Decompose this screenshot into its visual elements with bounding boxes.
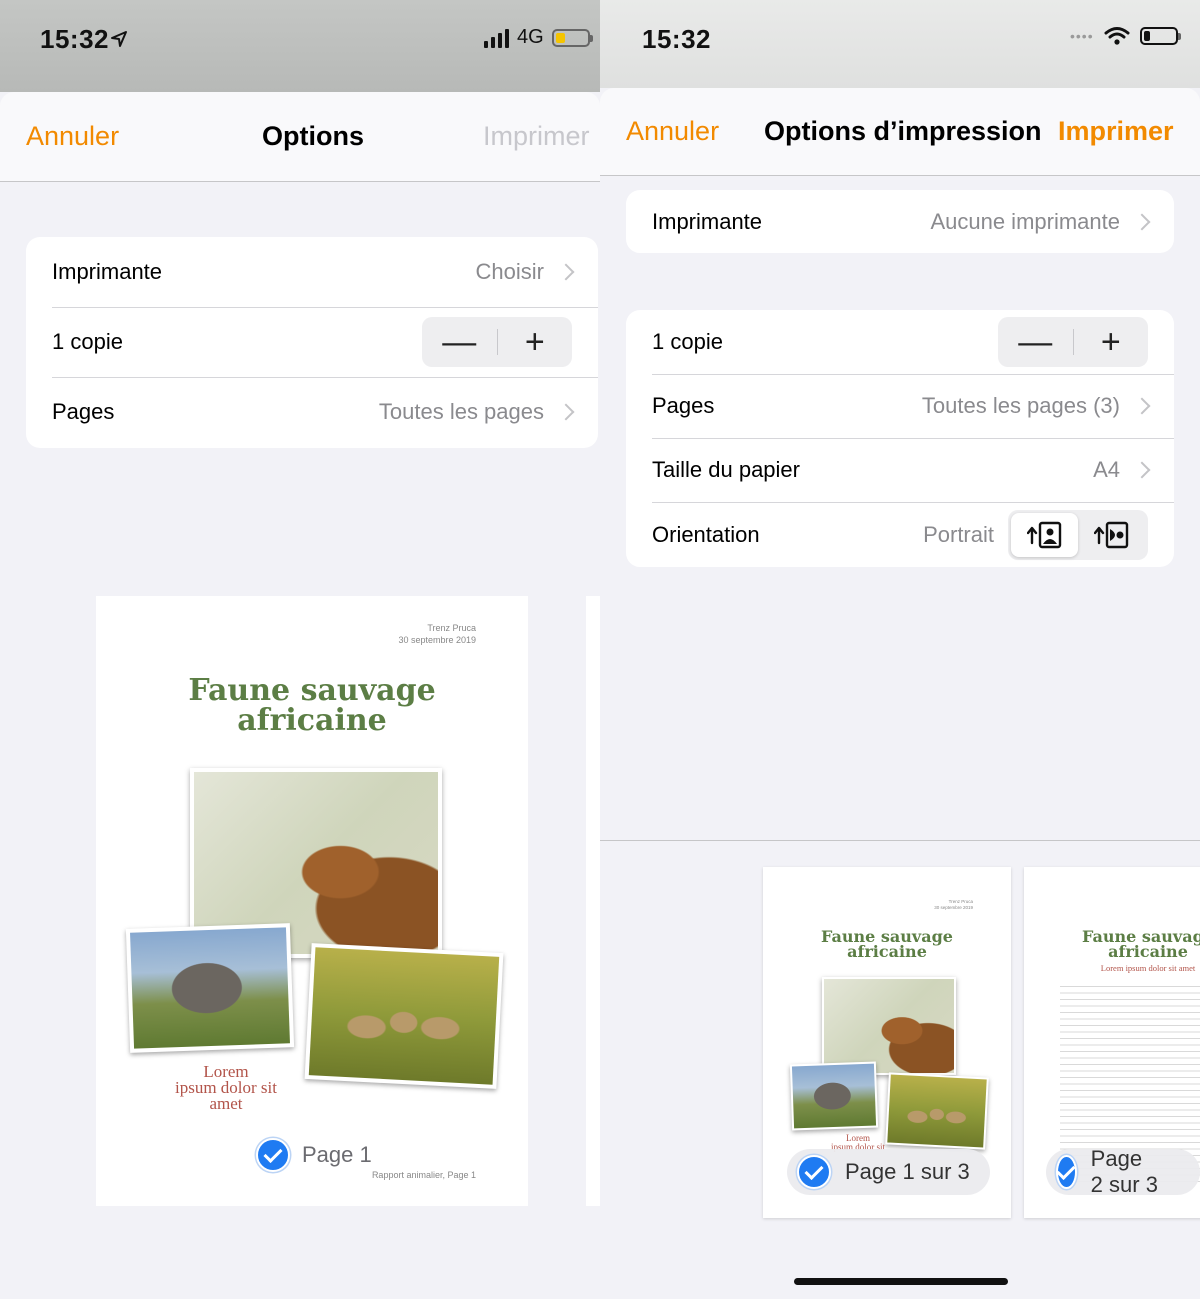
right-screen: 15:32 •••• Annuler Options d’impression …: [600, 0, 1200, 1299]
home-indicator[interactable]: [794, 1278, 1008, 1285]
preview-author: Trenz Pruca: [427, 623, 476, 633]
cancel-button[interactable]: Annuler: [26, 92, 119, 181]
paper-size-value: A4: [1093, 457, 1120, 482]
status-time: 15:32: [642, 24, 711, 54]
portrait-option[interactable]: [1011, 512, 1078, 557]
page-selection[interactable]: Page 1: [256, 1138, 372, 1172]
pages-label: Pages: [52, 399, 115, 424]
orientation-row: Orientation Portrait: [626, 502, 1174, 567]
printer-group: Imprimante Aucune imprimante: [626, 190, 1174, 253]
status-bar: 15:32 ••••: [600, 0, 1200, 88]
increment-button[interactable]: +: [498, 317, 573, 367]
elephant-photo: [125, 923, 295, 1053]
chevron-right-icon: [1133, 461, 1151, 479]
preview-date: 30 septembre 2019: [398, 635, 476, 645]
copies-label: 1 copie: [52, 329, 123, 354]
printer-row[interactable]: Imprimante Aucune imprimante: [626, 190, 1174, 253]
checkmark-icon: [256, 1138, 290, 1172]
preview-lorem-line3: amet: [209, 1094, 243, 1113]
decrement-button[interactable]: —: [998, 317, 1073, 367]
next-page-edge[interactable]: [586, 596, 600, 1206]
cellular-signal-icon: [484, 28, 509, 48]
page-1-selection[interactable]: Page 1 sur 3: [787, 1149, 990, 1195]
checkmark-icon: [1056, 1155, 1077, 1189]
thumb-elephant-photo: [789, 1061, 879, 1131]
sheet-title: Options: [262, 121, 364, 151]
landscape-orientation-icon: [1093, 521, 1128, 548]
chevron-right-icon: [557, 403, 575, 421]
print-settings-group: 1 copie — + Pages Toutes les pages (3) T…: [626, 310, 1174, 567]
thumb-date: 30 septembre 2019: [934, 905, 973, 910]
thumb-meerkats-photo: [885, 1072, 989, 1150]
copies-label: 1 copie: [652, 329, 723, 354]
thumb-giraffe-photo: [822, 977, 956, 1075]
chevron-right-icon: [1133, 213, 1151, 230]
preview-title-line1: Faune sauvage: [188, 673, 436, 708]
preview-title-line2: africaine: [237, 703, 387, 738]
orientation-segmented-control[interactable]: [1008, 509, 1148, 560]
page-2-label: Page 2 sur 3: [1090, 1146, 1158, 1197]
printer-value: Choisir: [475, 259, 544, 284]
left-screen: 15:32 4G Annuler Options Imprimer Imprim…: [0, 0, 600, 1299]
thumb-title-line2: africaine: [847, 942, 927, 961]
printer-row[interactable]: Imprimante Choisir: [26, 237, 598, 307]
landscape-option[interactable]: [1078, 513, 1145, 557]
no-signal-dots-icon: ••••: [1070, 28, 1094, 44]
thumb2-subtitle: Lorem ipsum dolor sit amet: [1100, 963, 1196, 973]
status-bar: 15:32 4G: [0, 0, 600, 92]
copies-stepper[interactable]: — +: [998, 317, 1148, 367]
pages-value: Toutes les pages (3): [921, 393, 1120, 418]
page-preview[interactable]: Trenz Pruca 30 septembre 2019 Faune sauv…: [96, 596, 528, 1206]
battery-icon: [551, 28, 593, 47]
cancel-button[interactable]: Annuler: [626, 88, 719, 175]
page-1-label: Page 1 sur 3: [845, 1159, 970, 1184]
pages-row[interactable]: Pages Toutes les pages: [26, 377, 598, 447]
pages-label: Pages: [652, 393, 715, 418]
printer-label: Imprimante: [52, 259, 163, 284]
print-button[interactable]: Imprimer: [1058, 88, 1174, 175]
paper-size-row[interactable]: Taille du papier A4: [626, 438, 1174, 502]
network-type: 4G: [517, 26, 544, 48]
print-options-group: Imprimante Choisir 1 copie — + Pages Tou…: [26, 237, 598, 448]
page-label: Page 1: [302, 1142, 372, 1167]
print-button[interactable]: Imprimer: [483, 92, 590, 181]
wifi-icon: [1104, 27, 1130, 45]
battery-icon: [1139, 27, 1181, 45]
decrement-button[interactable]: —: [422, 317, 497, 367]
checkmark-icon: [797, 1155, 831, 1189]
sheet-title: Options d’impression: [764, 116, 1042, 146]
location-arrow-icon: [111, 31, 127, 47]
meerkats-photo: [304, 943, 504, 1089]
status-time: 15:32: [40, 24, 109, 54]
copies-row: 1 copie — +: [26, 307, 598, 377]
pages-value: Toutes les pages: [378, 399, 544, 424]
chevron-right-icon: [1133, 397, 1151, 415]
copies-row: 1 copie — +: [626, 310, 1174, 374]
preview-footer: Rapport animalier, Page 1: [371, 1170, 476, 1180]
portrait-orientation-icon: [1026, 521, 1061, 548]
chevron-right-icon: [557, 263, 575, 281]
increment-button[interactable]: +: [1074, 317, 1149, 367]
sheet-header: Annuler Options Imprimer: [0, 92, 600, 182]
page-2-selection[interactable]: Page 2 sur 3: [1046, 1146, 1200, 1197]
printer-label: Imprimante: [652, 208, 763, 234]
printer-value: Aucune imprimante: [930, 208, 1120, 234]
thumb2-title-line2: africaine: [1108, 942, 1188, 961]
paper-size-label: Taille du papier: [652, 457, 800, 482]
orientation-label: Orientation: [652, 521, 760, 547]
sheet-header: Annuler Options d’impression Imprimer: [600, 88, 1200, 176]
orientation-value: Portrait: [923, 521, 994, 547]
pages-row[interactable]: Pages Toutes les pages (3): [626, 374, 1174, 438]
copies-stepper[interactable]: — +: [422, 317, 572, 367]
